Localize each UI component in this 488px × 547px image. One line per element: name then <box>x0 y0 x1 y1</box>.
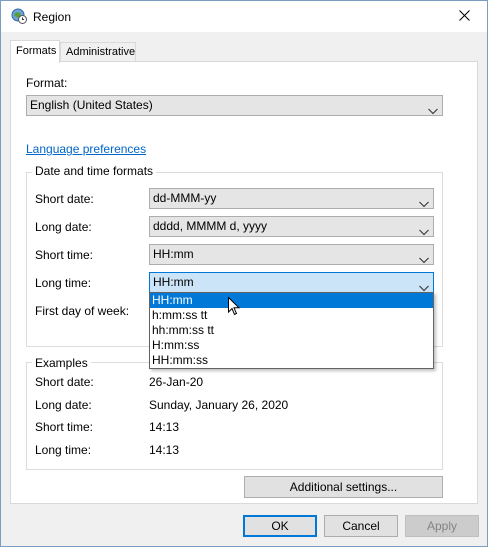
globe-clock-icon <box>11 8 27 24</box>
tab-administrative[interactable]: Administrative <box>60 42 136 62</box>
dropdown-option[interactable]: H:mm:ss <box>150 338 433 353</box>
example-long-date-value: Sunday, January 26, 2020 <box>149 398 289 412</box>
chevron-down-icon <box>419 279 429 292</box>
cancel-button[interactable]: Cancel <box>324 515 398 537</box>
mouse-pointer-icon <box>228 296 241 319</box>
short-date-label: Short date: <box>35 192 94 206</box>
long-date-label: Long date: <box>35 220 92 234</box>
examples-title: Examples <box>32 356 91 370</box>
window-title: Region <box>33 10 72 24</box>
format-select[interactable]: English (United States) <box>26 95 443 116</box>
short-time-label: Short time: <box>35 248 94 262</box>
example-short-time-label: Short time: <box>35 420 94 434</box>
long-time-select[interactable]: HH:mm <box>149 272 434 293</box>
close-button[interactable] <box>441 1 487 32</box>
title-bar: Region <box>1 1 487 32</box>
chevron-down-icon <box>419 195 429 208</box>
short-date-select[interactable]: dd-MMM-yy <box>149 188 434 209</box>
ok-button[interactable]: OK <box>243 515 317 537</box>
format-label: Format: <box>26 76 68 90</box>
dropdown-option[interactable]: HH:mm <box>150 293 433 308</box>
formats-panel: Format: English (United States) Language… <box>10 61 478 504</box>
long-time-value: HH:mm <box>153 275 194 289</box>
format-select-value: English (United States) <box>30 98 153 112</box>
long-time-dropdown-list: HH:mm h:mm:ss tt hh:mm:ss tt H:mm:ss HH:… <box>149 292 434 369</box>
chevron-down-icon <box>419 251 429 264</box>
chevron-down-icon <box>419 223 429 236</box>
short-date-value: dd-MMM-yy <box>153 191 217 205</box>
example-short-date-label: Short date: <box>35 375 94 389</box>
long-date-select[interactable]: dddd, MMMM d, yyyy <box>149 216 434 237</box>
short-time-value: HH:mm <box>153 247 194 261</box>
dropdown-option[interactable]: h:mm:ss tt <box>150 308 433 323</box>
long-time-label: Long time: <box>35 276 92 290</box>
example-short-time-value: 14:13 <box>149 420 180 434</box>
first-day-label: First day of week: <box>35 304 130 318</box>
language-preferences-link[interactable]: Language preferences <box>26 142 146 156</box>
example-long-time-value: 14:13 <box>149 443 180 457</box>
date-time-formats-title: Date and time formats <box>32 164 157 178</box>
dropdown-option[interactable]: hh:mm:ss tt <box>150 323 433 338</box>
long-date-value: dddd, MMMM d, yyyy <box>153 219 268 233</box>
dropdown-option[interactable]: HH:mm:ss <box>150 353 433 368</box>
apply-button[interactable]: Apply <box>405 515 479 537</box>
example-long-time-label: Long time: <box>35 443 92 457</box>
example-long-date-label: Long date: <box>35 398 92 412</box>
region-dialog: Region Formats Administrative Format: En… <box>0 0 488 547</box>
example-short-date-value: 26-Jan-20 <box>149 375 204 389</box>
additional-settings-button[interactable]: Additional settings... <box>244 476 443 498</box>
short-time-select[interactable]: HH:mm <box>149 244 434 265</box>
close-icon <box>458 9 470 24</box>
tab-formats[interactable]: Formats <box>10 40 60 63</box>
chevron-down-icon <box>428 102 438 115</box>
